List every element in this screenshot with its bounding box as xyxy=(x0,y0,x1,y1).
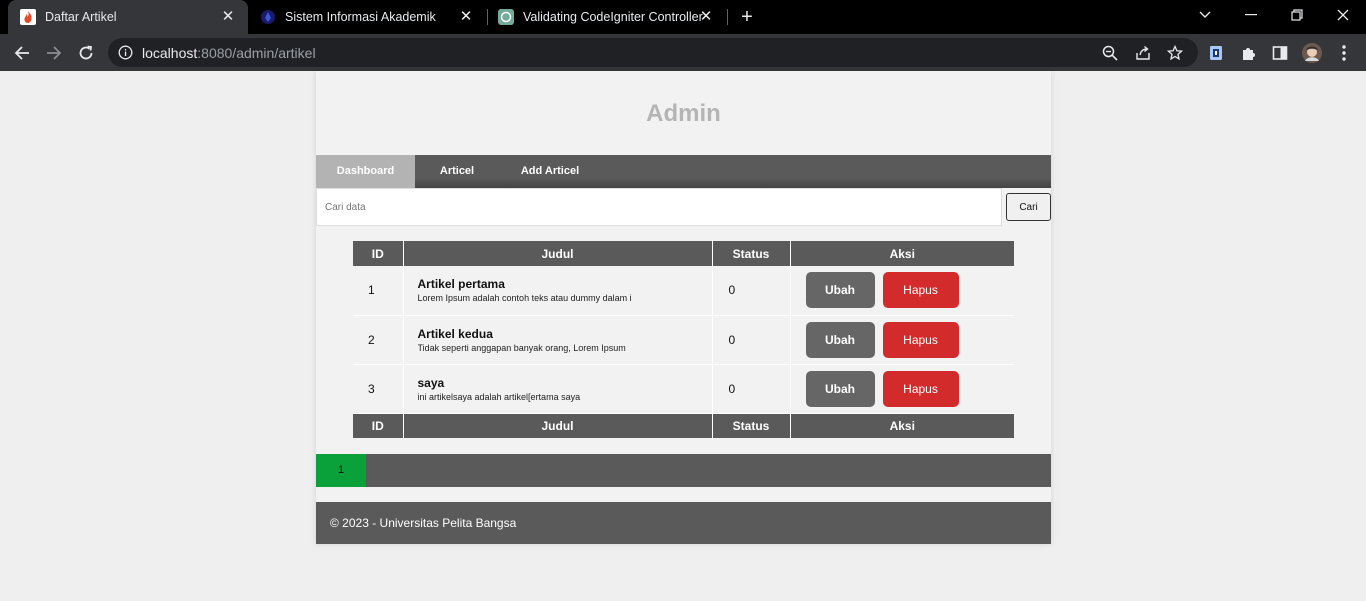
delete-button[interactable]: Hapus xyxy=(882,272,959,309)
close-tab-icon[interactable]: ✕ xyxy=(698,9,714,25)
forward-arrow-icon[interactable] xyxy=(41,40,67,66)
restore-icon[interactable] xyxy=(1274,0,1320,30)
browser-tab-sistem-informasi[interactable]: Sistem Informasi Akademik ✕ xyxy=(248,0,486,34)
pagination: 1 xyxy=(316,454,1051,487)
cell-aksi: Ubah Hapus xyxy=(789,315,1014,365)
tab-search-chevron-icon[interactable] xyxy=(1182,0,1228,30)
articles-table: ID Judul Status Aksi 1 Artikel pertama L… xyxy=(353,241,1014,438)
minimize-icon[interactable] xyxy=(1228,0,1274,30)
edit-button[interactable]: Ubah xyxy=(805,272,875,309)
article-title: Artikel kedua xyxy=(417,326,493,341)
close-tab-icon[interactable]: ✕ xyxy=(220,9,236,25)
reload-icon[interactable] xyxy=(73,40,99,66)
nav-item-articel[interactable]: Articel xyxy=(432,155,482,188)
browser-toolbar: localhost:8080/admin/artikel xyxy=(0,34,1366,71)
back-arrow-icon[interactable] xyxy=(9,40,35,66)
article-excerpt: ini artikelsaya adalah artikel[ertama sa… xyxy=(417,391,581,402)
delete-button[interactable]: Hapus xyxy=(882,321,959,358)
article-excerpt: Tidak seperti anggapan banyak orang, Lor… xyxy=(417,342,626,353)
tab-title: Daftar Artikel xyxy=(45,10,117,24)
cell-id: 3 xyxy=(353,364,403,414)
page-link-1[interactable]: 1 xyxy=(316,454,366,487)
table-row: 2 Artikel kedua Tidak seperti anggapan b… xyxy=(353,315,1014,365)
university-logo-icon xyxy=(260,9,276,25)
side-panel-icon[interactable] xyxy=(1267,40,1293,66)
column-header-aksi: Aksi xyxy=(789,241,1014,266)
footer-copyright: © 2023 - Universitas Pelita Bangsa xyxy=(330,516,517,530)
site-info-icon[interactable] xyxy=(118,45,133,60)
tab-separator xyxy=(727,9,728,25)
url-host: localhost xyxy=(142,45,198,61)
cell-id: 2 xyxy=(353,315,403,365)
cell-status: 0 xyxy=(711,315,790,365)
column-footer-status: Status xyxy=(711,413,790,438)
article-excerpt: Lorem Ipsum adalah contoh teks atau dumm… xyxy=(417,293,632,304)
new-tab-icon[interactable]: + xyxy=(736,6,758,28)
search-button[interactable]: Cari xyxy=(1006,193,1051,221)
page-container: Admin Dashboard Articel Add Articel Cari… xyxy=(316,71,1051,544)
share-icon[interactable] xyxy=(1134,44,1152,62)
cell-status: 0 xyxy=(711,364,790,414)
tab-title: Validating CodeIgniter Controller xyxy=(523,10,703,24)
cell-status: 0 xyxy=(711,266,790,316)
profile-avatar-icon[interactable] xyxy=(1299,40,1325,66)
main-nav: Dashboard Articel Add Articel xyxy=(316,155,1051,188)
edit-button[interactable]: Ubah xyxy=(805,370,875,407)
cell-judul: Artikel pertama Lorem Ipsum adalah conto… xyxy=(402,266,712,316)
close-window-icon[interactable] xyxy=(1320,0,1366,30)
page-header: Admin xyxy=(316,71,1051,155)
column-footer-id: ID xyxy=(353,413,403,438)
column-header-judul: Judul xyxy=(402,241,712,266)
search-input[interactable] xyxy=(316,188,1002,226)
nav-item-dashboard[interactable]: Dashboard xyxy=(316,155,415,188)
close-tab-icon[interactable]: ✕ xyxy=(458,9,474,25)
zoom-icon[interactable] xyxy=(1101,44,1119,62)
delete-button[interactable]: Hapus xyxy=(882,370,959,407)
cell-aksi: Ubah Hapus xyxy=(789,266,1014,316)
cell-id: 1 xyxy=(353,266,403,316)
bookmark-star-icon[interactable] xyxy=(1166,44,1184,62)
nav-item-add-articel[interactable]: Add Articel xyxy=(515,155,585,188)
column-header-status: Status xyxy=(711,241,790,266)
column-footer-judul: Judul xyxy=(402,413,712,438)
flame-icon xyxy=(20,9,36,25)
url-text: localhost:8080/admin/artikel xyxy=(142,45,316,61)
page-footer: © 2023 - Universitas Pelita Bangsa xyxy=(316,502,1051,544)
address-bar[interactable]: localhost:8080/admin/artikel xyxy=(108,38,1198,67)
page-title: Admin xyxy=(646,100,721,127)
browser-tab-validating-ci[interactable]: Validating CodeIgniter Controller ✕ xyxy=(488,0,726,34)
menu-kebab-icon[interactable] xyxy=(1331,40,1357,66)
column-header-id: ID xyxy=(353,241,403,266)
puzzle-icon[interactable] xyxy=(1235,40,1261,66)
chatgpt-icon xyxy=(498,9,514,25)
table-footer-row: ID Judul Status Aksi xyxy=(353,413,1014,438)
edit-button[interactable]: Ubah xyxy=(805,321,875,358)
cell-judul: Artikel kedua Tidak seperti anggapan ban… xyxy=(402,315,712,365)
browser-tab-bar: Daftar Artikel ✕ Sistem Informasi Akadem… xyxy=(0,0,1366,34)
article-title: Artikel pertama xyxy=(417,277,505,292)
browser-tab-daftar-artikel[interactable]: Daftar Artikel ✕ xyxy=(8,0,248,34)
article-title: saya xyxy=(417,375,445,390)
tab-title: Sistem Informasi Akademik xyxy=(285,10,436,24)
column-footer-aksi: Aksi xyxy=(789,413,1014,438)
table-header-row: ID Judul Status Aksi xyxy=(353,241,1014,266)
url-path: :8080/admin/artikel xyxy=(197,45,316,61)
cell-aksi: Ubah Hapus xyxy=(789,364,1014,414)
extension-icon[interactable] xyxy=(1203,40,1229,66)
table-row: 3 saya ini artikelsaya adalah artikel[er… xyxy=(353,364,1014,414)
cell-judul: saya ini artikelsaya adalah artikel[erta… xyxy=(402,364,712,414)
table-row: 1 Artikel pertama Lorem Ipsum adalah con… xyxy=(353,266,1014,316)
